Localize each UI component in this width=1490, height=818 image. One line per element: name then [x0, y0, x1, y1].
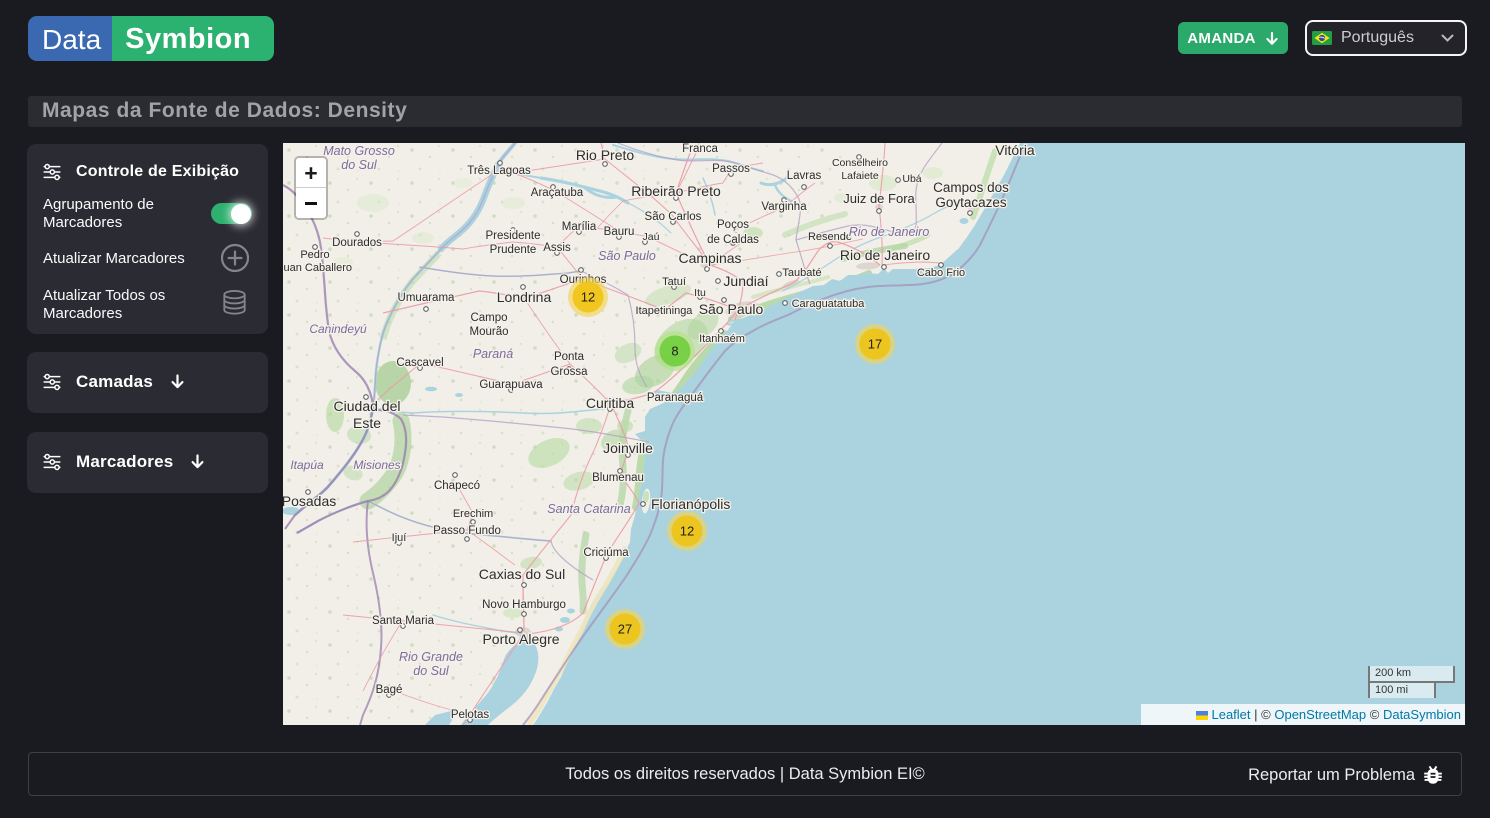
svg-text:Passos: Passos — [712, 163, 750, 175]
svg-text:Chapecó: Chapecó — [434, 480, 480, 492]
svg-text:Campo: Campo — [470, 312, 507, 324]
svg-text:de Caldas: de Caldas — [707, 234, 759, 246]
svg-text:Itapetininga: Itapetininga — [636, 305, 694, 317]
svg-text:8: 8 — [671, 344, 678, 359]
svg-text:Este: Este — [353, 415, 381, 431]
svg-text:São Carlos: São Carlos — [645, 211, 702, 223]
svg-text:Erechim: Erechim — [453, 508, 493, 520]
svg-text:Conselheiro: Conselheiro — [832, 157, 888, 169]
svg-text:Paranaguá: Paranaguá — [647, 392, 704, 404]
svg-text:Campinas: Campinas — [678, 250, 741, 266]
svg-text:Poços: Poços — [717, 219, 749, 231]
svg-text:Juiz de Fora: Juiz de Fora — [843, 191, 915, 206]
svg-text:Marília: Marília — [562, 221, 597, 233]
svg-text:12: 12 — [581, 290, 595, 305]
svg-text:Rio de Janeiro: Rio de Janeiro — [849, 225, 930, 239]
svg-text:Criciúma: Criciúma — [583, 547, 629, 559]
svg-text:Três Lagoas: Três Lagoas — [467, 165, 531, 177]
svg-text:Itu: Itu — [694, 287, 706, 299]
svg-text:Santa Maria: Santa Maria — [372, 615, 435, 627]
svg-text:Umuarama: Umuarama — [398, 292, 455, 304]
svg-text:Caraguatatuba: Caraguatatuba — [792, 298, 866, 310]
svg-text:Itanhaém: Itanhaém — [699, 333, 745, 345]
svg-text:Varginha: Varginha — [761, 201, 807, 213]
svg-text:Londrina: Londrina — [497, 289, 552, 305]
svg-text:Cabo Frio: Cabo Frio — [917, 267, 965, 279]
svg-text:Rio Preto: Rio Preto — [576, 147, 635, 163]
svg-text:São Paulo: São Paulo — [598, 249, 656, 263]
svg-text:Mourão: Mourão — [470, 326, 509, 338]
svg-text:Cascavel: Cascavel — [396, 357, 443, 369]
svg-text:Dourados: Dourados — [332, 237, 382, 249]
svg-text:Lavras: Lavras — [787, 170, 822, 182]
svg-text:Pedro: Pedro — [300, 249, 329, 261]
svg-text:Ponta: Ponta — [554, 351, 585, 363]
svg-text:Florianópolis: Florianópolis — [651, 496, 730, 512]
svg-text:Blumenau: Blumenau — [592, 472, 644, 484]
svg-text:Rio de Janeiro: Rio de Janeiro — [840, 247, 930, 263]
svg-text:Goytacazes: Goytacazes — [935, 195, 1007, 210]
svg-text:Joinville: Joinville — [603, 440, 653, 456]
svg-text:Rio Grande: Rio Grande — [399, 650, 463, 664]
svg-text:17: 17 — [868, 337, 882, 352]
svg-text:do Sul: do Sul — [341, 158, 378, 172]
svg-text:Presidente: Presidente — [486, 230, 541, 242]
svg-text:Novo Hamburgo: Novo Hamburgo — [482, 599, 566, 611]
svg-text:12: 12 — [680, 524, 694, 539]
svg-text:Franca: Franca — [682, 143, 718, 155]
svg-text:Curitiba: Curitiba — [586, 395, 634, 411]
svg-text:Campos dos: Campos dos — [933, 180, 1009, 195]
svg-text:Ubá: Ubá — [902, 173, 921, 185]
svg-text:Posadas: Posadas — [283, 493, 336, 509]
svg-text:Grossa: Grossa — [550, 366, 588, 378]
svg-text:Passo Fundo: Passo Fundo — [433, 525, 501, 537]
svg-text:Jaú: Jaú — [643, 231, 660, 243]
svg-text:Jundiaí: Jundiaí — [723, 273, 768, 289]
svg-text:Guarapuava: Guarapuava — [479, 379, 543, 391]
svg-text:Ciudad del: Ciudad del — [334, 398, 401, 414]
svg-text:Bauru: Bauru — [604, 226, 635, 238]
svg-text:Ribeirão Preto: Ribeirão Preto — [631, 183, 721, 199]
svg-text:Resende: Resende — [808, 231, 852, 243]
svg-text:Misiones: Misiones — [353, 458, 400, 472]
svg-text:Lafaiete: Lafaiete — [841, 170, 879, 182]
svg-text:Bagé: Bagé — [376, 684, 403, 696]
svg-text:27: 27 — [618, 622, 632, 637]
svg-text:Itapúa: Itapúa — [290, 458, 324, 472]
svg-text:Assis: Assis — [543, 242, 571, 254]
svg-text:Santa Catarina: Santa Catarina — [547, 502, 630, 516]
svg-text:Mato Grosso: Mato Grosso — [323, 144, 395, 158]
svg-text:Vitória: Vitória — [995, 143, 1035, 158]
svg-text:Tatuí: Tatuí — [662, 276, 686, 288]
svg-text:Paraná: Paraná — [473, 347, 513, 361]
svg-text:Juan Caballero: Juan Caballero — [283, 262, 352, 274]
svg-text:Caxias do Sul: Caxias do Sul — [479, 566, 565, 582]
svg-text:Ijuí: Ijuí — [392, 532, 407, 544]
svg-text:Pelotas: Pelotas — [451, 709, 490, 721]
svg-text:Taubaté: Taubaté — [782, 267, 821, 279]
svg-text:do Sul: do Sul — [413, 664, 450, 678]
svg-text:Prudente: Prudente — [490, 244, 537, 256]
svg-text:Canindeyú: Canindeyú — [309, 322, 367, 336]
svg-text:Araçatuba: Araçatuba — [531, 187, 584, 199]
svg-text:Porto Alegre: Porto Alegre — [482, 631, 559, 647]
svg-text:São Paulo: São Paulo — [699, 301, 764, 317]
